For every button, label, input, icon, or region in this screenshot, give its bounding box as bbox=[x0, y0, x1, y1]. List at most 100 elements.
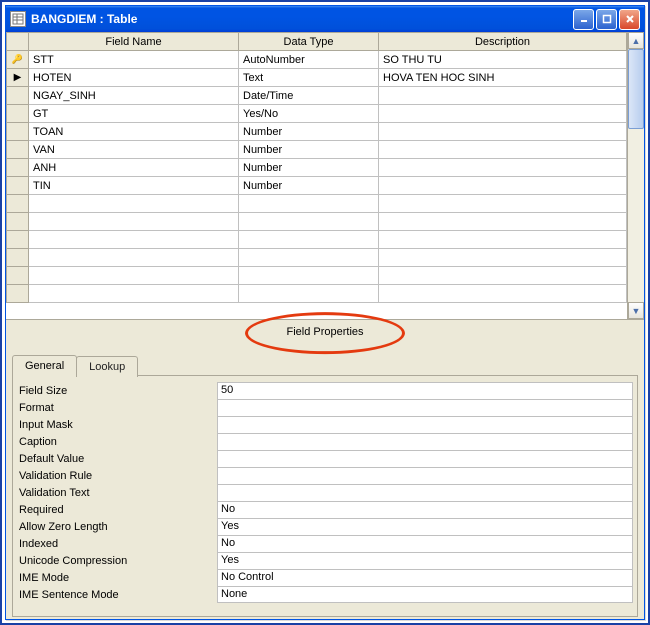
column-header-description[interactable]: Description bbox=[379, 33, 627, 51]
cell-description[interactable]: HOVA TEN HOC SINH bbox=[379, 69, 627, 87]
property-value[interactable]: No bbox=[217, 535, 633, 552]
property-value[interactable]: Yes bbox=[217, 552, 633, 569]
cell-field-name[interactable]: VAN bbox=[29, 141, 239, 159]
cell-description[interactable] bbox=[379, 267, 627, 285]
table-row[interactable] bbox=[7, 249, 627, 267]
cell-field-name[interactable] bbox=[29, 195, 239, 213]
tab-lookup[interactable]: Lookup bbox=[76, 356, 138, 377]
cell-field-name[interactable]: TOAN bbox=[29, 123, 239, 141]
property-value[interactable]: Yes bbox=[217, 518, 633, 535]
cell-data-type[interactable]: Number bbox=[239, 123, 379, 141]
table-row[interactable]: 🔑STTAutoNumberSO THU TU bbox=[7, 51, 627, 69]
property-value[interactable] bbox=[217, 416, 633, 433]
property-value[interactable]: No Control bbox=[217, 569, 633, 586]
row-selector[interactable] bbox=[7, 177, 29, 195]
cell-field-name[interactable] bbox=[29, 285, 239, 303]
property-value[interactable] bbox=[217, 467, 633, 484]
cell-data-type[interactable]: Text bbox=[239, 69, 379, 87]
scroll-down-arrow-icon[interactable]: ▼ bbox=[628, 302, 644, 319]
cell-data-type[interactable]: Number bbox=[239, 177, 379, 195]
property-value[interactable]: No bbox=[217, 501, 633, 518]
cell-field-name[interactable]: STT bbox=[29, 51, 239, 69]
cell-data-type[interactable] bbox=[239, 249, 379, 267]
titlebar[interactable]: BANGDIEM : Table bbox=[6, 6, 644, 32]
table-row[interactable]: GTYes/No bbox=[7, 105, 627, 123]
table-row[interactable]: VANNumber bbox=[7, 141, 627, 159]
row-selector[interactable] bbox=[7, 123, 29, 141]
cell-description[interactable] bbox=[379, 105, 627, 123]
property-value[interactable] bbox=[217, 433, 633, 450]
cell-description[interactable] bbox=[379, 231, 627, 249]
row-selector[interactable]: 🔑 bbox=[7, 51, 29, 69]
row-selector[interactable] bbox=[7, 249, 29, 267]
cell-data-type[interactable] bbox=[239, 213, 379, 231]
cell-field-name[interactable] bbox=[29, 267, 239, 285]
table-row[interactable] bbox=[7, 213, 627, 231]
cell-field-name[interactable]: GT bbox=[29, 105, 239, 123]
cell-description[interactable]: SO THU TU bbox=[379, 51, 627, 69]
cell-field-name[interactable]: HOTEN bbox=[29, 69, 239, 87]
cell-data-type[interactable]: Yes/No bbox=[239, 105, 379, 123]
table-row[interactable]: ▶HOTENTextHOVA TEN HOC SINH bbox=[7, 69, 627, 87]
cell-data-type[interactable] bbox=[239, 195, 379, 213]
property-value[interactable] bbox=[217, 450, 633, 467]
property-value[interactable]: 50 bbox=[217, 382, 633, 399]
cell-field-name[interactable] bbox=[29, 231, 239, 249]
cell-description[interactable] bbox=[379, 141, 627, 159]
scroll-up-arrow-icon[interactable]: ▲ bbox=[628, 32, 644, 49]
scroll-track[interactable] bbox=[628, 49, 644, 302]
row-selector[interactable] bbox=[7, 159, 29, 177]
row-selector-header[interactable] bbox=[7, 33, 29, 51]
field-grid[interactable]: Field Name Data Type Description 🔑STTAut… bbox=[6, 32, 627, 303]
property-value[interactable] bbox=[217, 399, 633, 416]
table-row[interactable] bbox=[7, 267, 627, 285]
cell-field-name[interactable] bbox=[29, 213, 239, 231]
property-value[interactable] bbox=[217, 484, 633, 501]
cell-data-type[interactable] bbox=[239, 285, 379, 303]
cell-field-name[interactable] bbox=[29, 249, 239, 267]
cell-field-name[interactable]: NGAY_SINH bbox=[29, 87, 239, 105]
cell-data-type[interactable]: Date/Time bbox=[239, 87, 379, 105]
cell-data-type[interactable] bbox=[239, 231, 379, 249]
cell-field-name[interactable]: TIN bbox=[29, 177, 239, 195]
row-selector[interactable] bbox=[7, 141, 29, 159]
table-row[interactable]: ANHNumber bbox=[7, 159, 627, 177]
table-row[interactable]: NGAY_SINHDate/Time bbox=[7, 87, 627, 105]
property-value[interactable]: None bbox=[217, 586, 633, 603]
table-row[interactable] bbox=[7, 231, 627, 249]
cell-description[interactable] bbox=[379, 177, 627, 195]
cell-data-type[interactable]: AutoNumber bbox=[239, 51, 379, 69]
cell-description[interactable] bbox=[379, 213, 627, 231]
tab-general[interactable]: General bbox=[12, 355, 77, 376]
row-selector[interactable] bbox=[7, 285, 29, 303]
cell-description[interactable] bbox=[379, 159, 627, 177]
cell-data-type[interactable]: Number bbox=[239, 141, 379, 159]
vertical-scrollbar[interactable]: ▲ ▼ bbox=[627, 32, 644, 319]
cell-description[interactable] bbox=[379, 87, 627, 105]
close-button[interactable] bbox=[619, 9, 640, 30]
table-row[interactable] bbox=[7, 285, 627, 303]
cell-description[interactable] bbox=[379, 123, 627, 141]
scroll-thumb[interactable] bbox=[628, 49, 644, 129]
row-selector[interactable]: ▶ bbox=[7, 69, 29, 87]
cell-data-type[interactable] bbox=[239, 267, 379, 285]
column-header-field-name[interactable]: Field Name bbox=[29, 33, 239, 51]
row-selector[interactable] bbox=[7, 195, 29, 213]
row-selector[interactable] bbox=[7, 87, 29, 105]
column-header-data-type[interactable]: Data Type bbox=[239, 33, 379, 51]
minimize-button[interactable] bbox=[573, 9, 594, 30]
cell-description[interactable] bbox=[379, 195, 627, 213]
row-selector[interactable] bbox=[7, 231, 29, 249]
cell-description[interactable] bbox=[379, 249, 627, 267]
table-row[interactable] bbox=[7, 195, 627, 213]
cell-field-name[interactable]: ANH bbox=[29, 159, 239, 177]
row-selector[interactable] bbox=[7, 105, 29, 123]
cell-description[interactable] bbox=[379, 285, 627, 303]
property-row: IME ModeNo Control bbox=[17, 569, 633, 586]
cell-data-type[interactable]: Number bbox=[239, 159, 379, 177]
row-selector[interactable] bbox=[7, 267, 29, 285]
table-row[interactable]: TINNumber bbox=[7, 177, 627, 195]
maximize-button[interactable] bbox=[596, 9, 617, 30]
table-row[interactable]: TOANNumber bbox=[7, 123, 627, 141]
row-selector[interactable] bbox=[7, 213, 29, 231]
